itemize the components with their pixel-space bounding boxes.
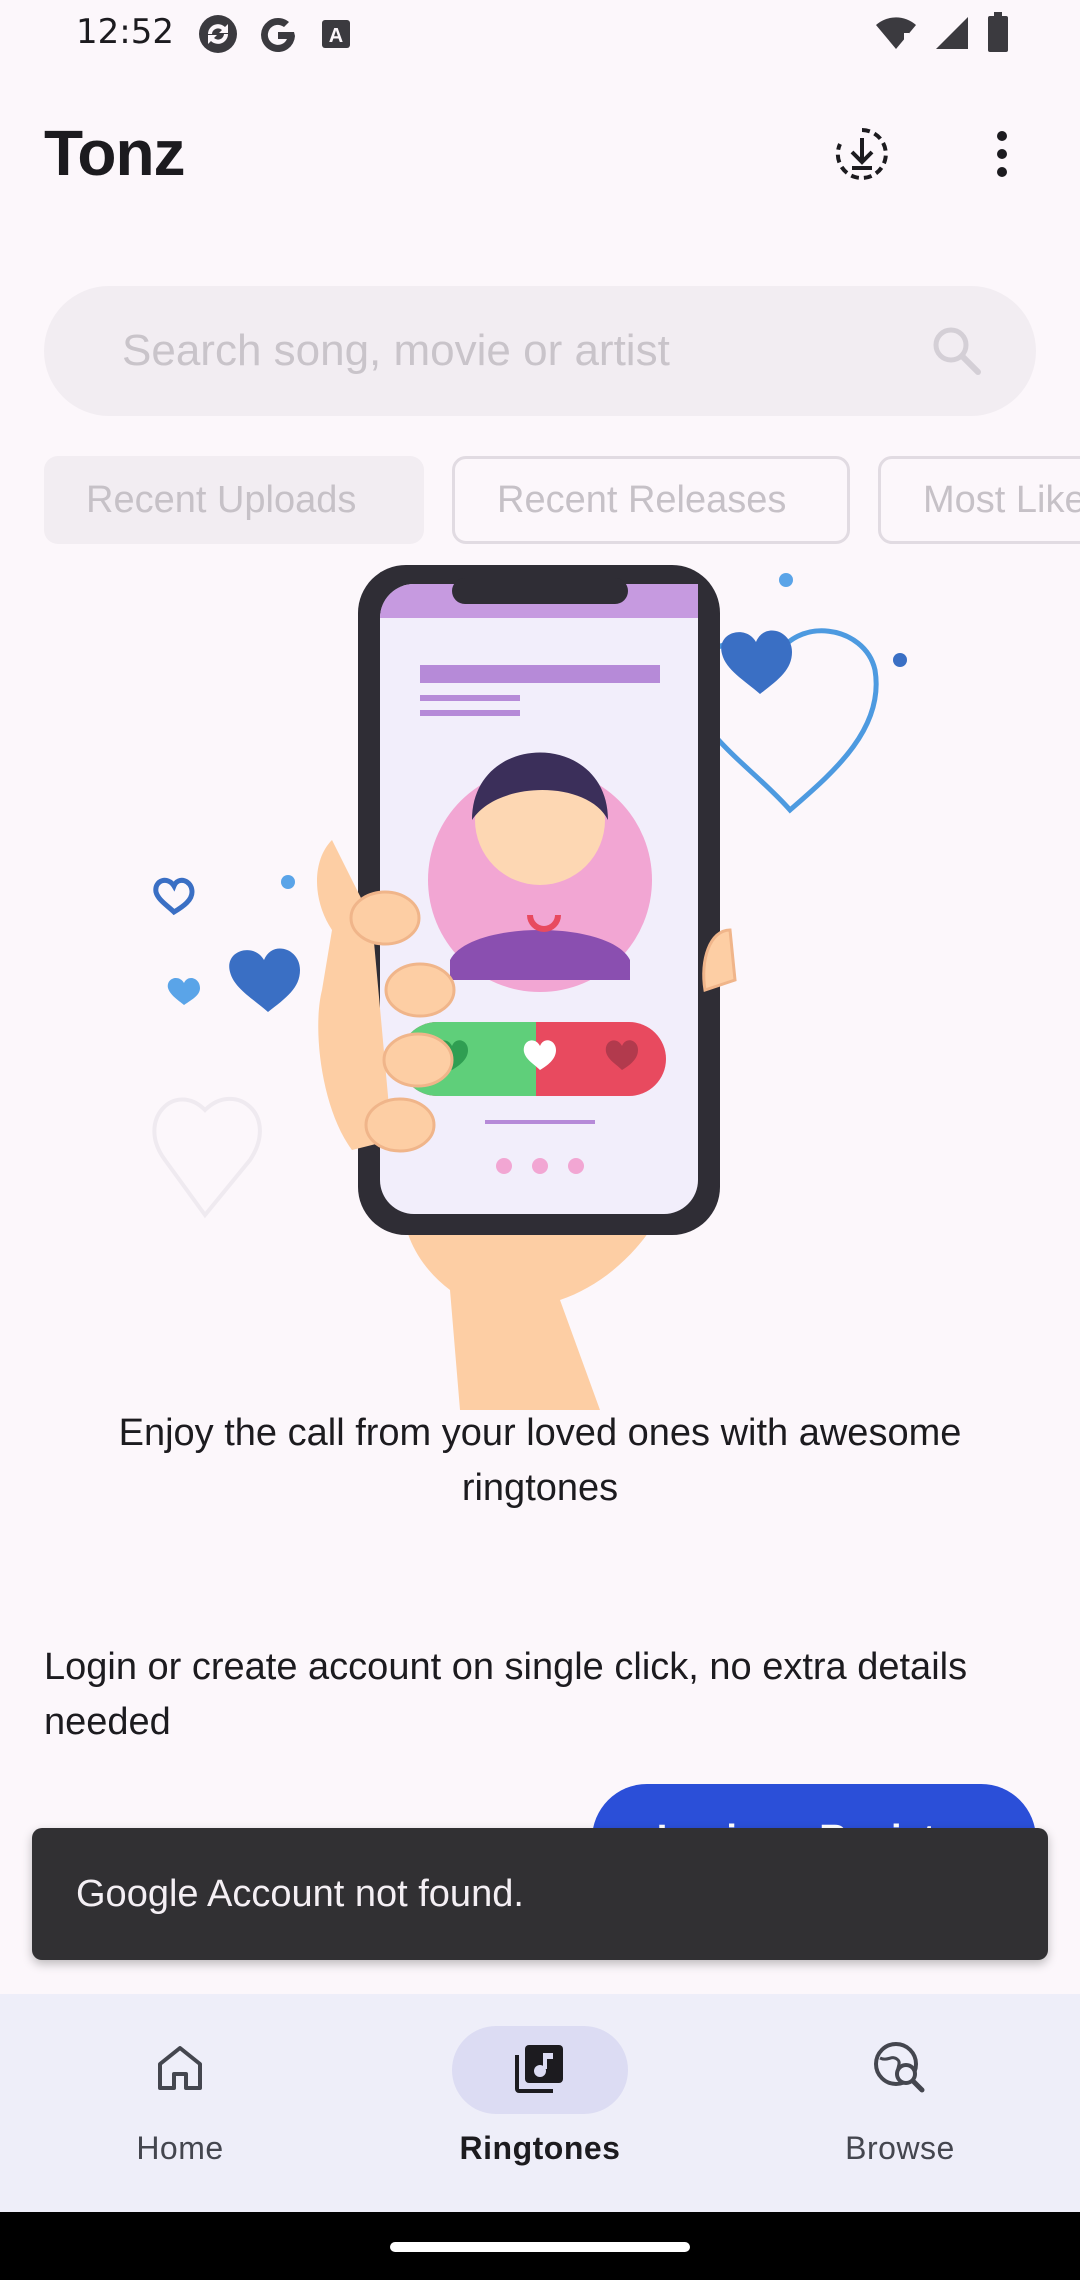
status-time: 12:52 <box>76 12 174 52</box>
snackbar-message: Google Account not found. <box>76 1872 524 1915</box>
google-icon <box>258 12 298 60</box>
more-vert-icon <box>992 129 1012 183</box>
home-icon <box>154 2042 206 2098</box>
snackbar: Google Account not found. <box>32 1828 1048 1960</box>
ringtones-icon <box>513 2041 567 2099</box>
nav-item-home[interactable]: Home <box>0 1994 360 2212</box>
nav-pill-browse <box>812 2026 988 2114</box>
gesture-navigation-bar <box>0 2212 1080 2280</box>
svg-text:A: A <box>329 25 343 47</box>
search-icon[interactable] <box>928 322 984 382</box>
search-input[interactable] <box>122 286 922 416</box>
nav-item-browse[interactable]: Browse <box>720 1994 1080 2212</box>
notification-icons: A <box>196 12 356 60</box>
battery-icon <box>986 12 1010 58</box>
status-bar: 12:52 A <box>0 0 1080 70</box>
chip-most-liked[interactable]: Most Liked <box>878 456 1080 544</box>
wifi-icon <box>874 13 918 57</box>
hero-illustration <box>100 560 980 1410</box>
tagline: Enjoy the call from your loved ones with… <box>118 1412 962 1509</box>
app-title: Tonz <box>44 117 186 189</box>
nav-label-home: Home <box>136 2130 224 2166</box>
nav-pill-home <box>92 2026 268 2114</box>
chip-recent-releases[interactable]: Recent Releases <box>452 456 850 544</box>
filter-chips: Recent Uploads Recent Releases Most Like… <box>44 456 1080 546</box>
download-button[interactable] <box>824 118 900 194</box>
chip-recent-uploads[interactable]: Recent Uploads <box>44 456 424 544</box>
nav-label-ringtones: Ringtones <box>459 2130 621 2166</box>
nav-label-browse: Browse <box>845 2130 955 2166</box>
nav-pill-ringtones <box>452 2026 628 2114</box>
bottom-navigation: Home Ringtones Browse <box>0 1994 1080 2212</box>
more-options-button[interactable] <box>964 118 1040 194</box>
keyboard-a-icon: A <box>316 12 356 60</box>
app-bar: Tonz <box>0 100 1080 210</box>
signal-icon <box>932 13 972 57</box>
download-icon <box>832 124 892 188</box>
search-bar[interactable] <box>44 286 1036 416</box>
system-icons <box>874 12 1010 58</box>
browse-icon <box>872 2040 928 2100</box>
login-description: Login or create account on single click,… <box>44 1646 968 1743</box>
nav-item-ringtones[interactable]: Ringtones <box>360 1994 720 2212</box>
gesture-handle[interactable] <box>390 2242 690 2252</box>
sync-icon <box>196 12 240 60</box>
